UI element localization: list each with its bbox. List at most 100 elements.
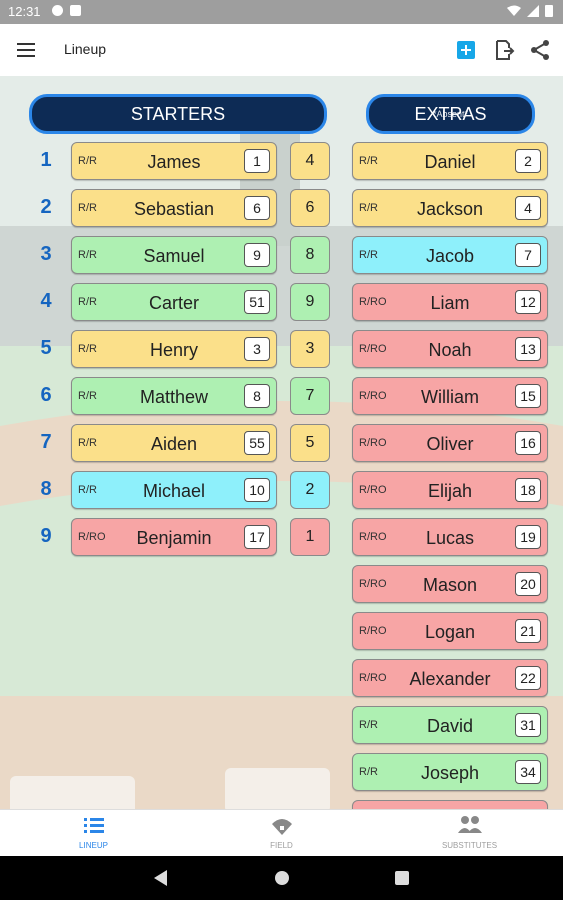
app-bar: Lineup	[0, 24, 563, 76]
bats-throws: R/RO	[359, 296, 387, 308]
player-name: Logan	[424, 622, 476, 642]
jersey-number: 19	[515, 525, 541, 549]
position-box[interactable]: 3	[290, 330, 330, 368]
batting-order-number: 6	[40, 384, 52, 406]
sd-card-icon	[70, 5, 81, 16]
jersey-number: 3	[244, 337, 270, 361]
position-box[interactable]: 2	[290, 471, 330, 509]
starter-player-card[interactable]: R/R Samuel 9	[71, 236, 277, 274]
battery-icon	[545, 5, 553, 17]
extra-player-card[interactable]: R/RO Noah 13	[352, 330, 548, 368]
extras-absent-overlay: *Absent*	[432, 109, 469, 119]
position-box[interactable]: 4	[290, 142, 330, 180]
jersey-number: 55	[244, 431, 270, 455]
extra-player-card[interactable]: R/RO Logan 21	[352, 612, 548, 650]
position-box[interactable]: 7	[290, 377, 330, 415]
jersey-number: 1	[244, 149, 270, 173]
hamburger-menu-icon[interactable]	[14, 38, 38, 62]
nav-field[interactable]: FIELD	[188, 810, 375, 857]
player-name: Michael	[142, 481, 206, 501]
people-icon	[458, 816, 482, 833]
extra-player-card[interactable]: R/RO Lucas 19	[352, 518, 548, 556]
extra-player-card[interactable]: R/RO Elijah 18	[352, 471, 548, 509]
player-name: David	[426, 716, 474, 736]
player-name: Carter	[148, 293, 199, 313]
player-name: Elijah	[427, 481, 473, 501]
starter-player-card[interactable]: R/R Matthew 8	[71, 377, 277, 415]
extra-player-card[interactable]: R/RO Oliver 16	[352, 424, 548, 462]
player-name: Joseph	[420, 763, 480, 783]
player-name: Lucas	[425, 528, 475, 548]
extra-player-card[interactable]: R/R Joseph 34	[352, 753, 548, 791]
starter-player-card[interactable]: R/R Aiden 55	[71, 424, 277, 462]
jersey-number: 6	[244, 196, 270, 220]
player-name: James	[147, 152, 201, 172]
batting-order-number: 5	[40, 337, 52, 359]
share-icon[interactable]	[528, 38, 552, 62]
home-icon[interactable]	[274, 870, 290, 886]
jersey-number: 22	[515, 666, 541, 690]
extras-header: EXTRAS *Absent*	[366, 94, 535, 134]
bats-throws: R/R	[78, 343, 97, 355]
status-icons	[507, 4, 553, 17]
list-icon	[84, 818, 104, 833]
position-box[interactable]: 5	[290, 424, 330, 462]
player-name: Sebastian	[133, 199, 215, 219]
batting-order-number: 1	[40, 149, 52, 171]
notification-icon	[52, 5, 63, 16]
extra-player-card[interactable]: R/R Jacob 7	[352, 236, 548, 274]
starter-player-card[interactable]: R/RO Benjamin 17	[71, 518, 277, 556]
batting-order-number: 4	[40, 290, 52, 312]
nav-field-label: FIELD	[270, 841, 293, 850]
back-icon[interactable]	[154, 870, 168, 886]
position-box[interactable]: 6	[290, 189, 330, 227]
position-box[interactable]: 9	[290, 283, 330, 321]
nav-substitutes-label: SUBSTITUTES	[441, 841, 498, 850]
bats-throws: R/R	[78, 390, 97, 402]
starter-player-card[interactable]: R/R James 1	[71, 142, 277, 180]
extra-player-card[interactable]: R/RO Alexander 22	[352, 659, 548, 697]
system-navigation-bar	[0, 856, 563, 900]
nav-lineup[interactable]: LINEUP	[0, 810, 187, 857]
position-box[interactable]: 1	[290, 518, 330, 556]
starter-player-card[interactable]: R/R Carter 51	[71, 283, 277, 321]
player-name: Henry	[149, 340, 198, 360]
bats-throws: R/R	[78, 155, 97, 167]
jersey-number: 4	[515, 196, 541, 220]
extra-player-card[interactable]: R/R David 31	[352, 706, 548, 744]
bats-throws: R/R	[359, 202, 378, 214]
bats-throws: R/R	[359, 155, 378, 167]
jersey-number: 21	[515, 619, 541, 643]
extra-player-card[interactable]: R/RO Mason 20	[352, 565, 548, 603]
wifi-icon	[507, 5, 521, 16]
starters-title: STARTERS	[130, 104, 226, 124]
position-box[interactable]: 8	[290, 236, 330, 274]
bats-throws: R/R	[359, 766, 378, 778]
player-name: Jacob	[425, 246, 475, 266]
export-icon[interactable]	[492, 38, 516, 62]
player-name: William	[421, 387, 479, 407]
extra-player-card[interactable]: R/RO William 15	[352, 377, 548, 415]
jersey-number: 10	[244, 478, 270, 502]
bats-throws: R/RO	[359, 343, 387, 355]
add-icon[interactable]	[454, 38, 478, 62]
extra-player-card-partial[interactable]	[352, 800, 548, 809]
extra-player-card[interactable]: R/R Jackson 4	[352, 189, 548, 227]
bats-throws: R/RO	[359, 578, 387, 590]
batting-order-number: 9	[40, 525, 52, 547]
jersey-number: 20	[515, 572, 541, 596]
starter-player-card[interactable]: R/R Henry 3	[71, 330, 277, 368]
nav-substitutes[interactable]: SUBSTITUTES	[376, 810, 563, 857]
batting-order-number: 8	[40, 478, 52, 500]
recents-icon[interactable]	[395, 871, 409, 885]
extra-player-card[interactable]: R/RO Liam 12	[352, 283, 548, 321]
player-name: Aiden	[150, 434, 198, 454]
starter-player-card[interactable]: R/R Michael 10	[71, 471, 277, 509]
starters-header: STARTERS	[29, 94, 327, 134]
extra-player-card[interactable]: R/R Daniel 2	[352, 142, 548, 180]
starter-player-card[interactable]: R/R Sebastian 6	[71, 189, 277, 227]
player-name: Noah	[428, 340, 472, 360]
jersey-number: 17	[244, 525, 270, 549]
player-name: Matthew	[139, 387, 209, 407]
jersey-number: 15	[515, 384, 541, 408]
